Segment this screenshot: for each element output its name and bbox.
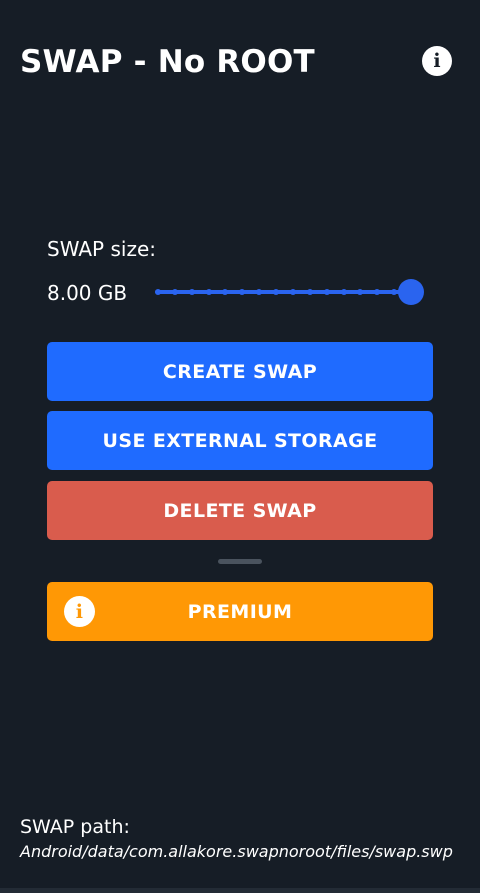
slider-tick <box>289 289 296 295</box>
slider-tick <box>188 289 195 295</box>
app-screen: SWAP - No ROOT i SWAP size: 8.00 GB CREA… <box>0 0 480 893</box>
swap-size-value: 8.00 GB <box>47 281 128 305</box>
info-glyph: i <box>433 50 441 72</box>
swap-path-value: Android/data/com.allakore.swapnoroot/fil… <box>20 842 453 861</box>
premium-label: PREMIUM <box>187 600 293 623</box>
slider-tick <box>205 289 212 295</box>
slider-tick <box>374 289 381 295</box>
delete-swap-button[interactable]: DELETE SWAP <box>47 481 433 540</box>
info-icon[interactable]: i <box>422 46 452 76</box>
premium-info-glyph: i <box>75 600 84 623</box>
slider-tick <box>357 289 364 295</box>
use-external-storage-button[interactable]: USE EXTERNAL STORAGE <box>47 411 433 470</box>
swap-path-label: SWAP path: <box>20 816 130 838</box>
slider-tick <box>340 289 347 295</box>
slider-tick <box>222 289 229 295</box>
slider-tick <box>256 289 263 295</box>
navigation-bar <box>0 888 480 893</box>
premium-button[interactable]: i PREMIUM <box>47 582 433 641</box>
slider-tick <box>306 289 313 295</box>
slider-tick <box>171 289 178 295</box>
swap-size-slider[interactable] <box>155 278 425 306</box>
slider-tick <box>273 289 280 295</box>
app-title: SWAP - No ROOT <box>20 44 315 80</box>
create-swap-button[interactable]: CREATE SWAP <box>47 342 433 401</box>
slider-tick <box>391 289 398 295</box>
slider-tick <box>155 289 161 295</box>
premium-info-icon: i <box>64 596 95 627</box>
swap-size-label: SWAP size: <box>47 237 156 261</box>
slider-thumb[interactable] <box>398 279 424 305</box>
slider-tick <box>239 289 246 295</box>
slider-tick <box>323 289 330 295</box>
divider-handle <box>218 559 262 564</box>
